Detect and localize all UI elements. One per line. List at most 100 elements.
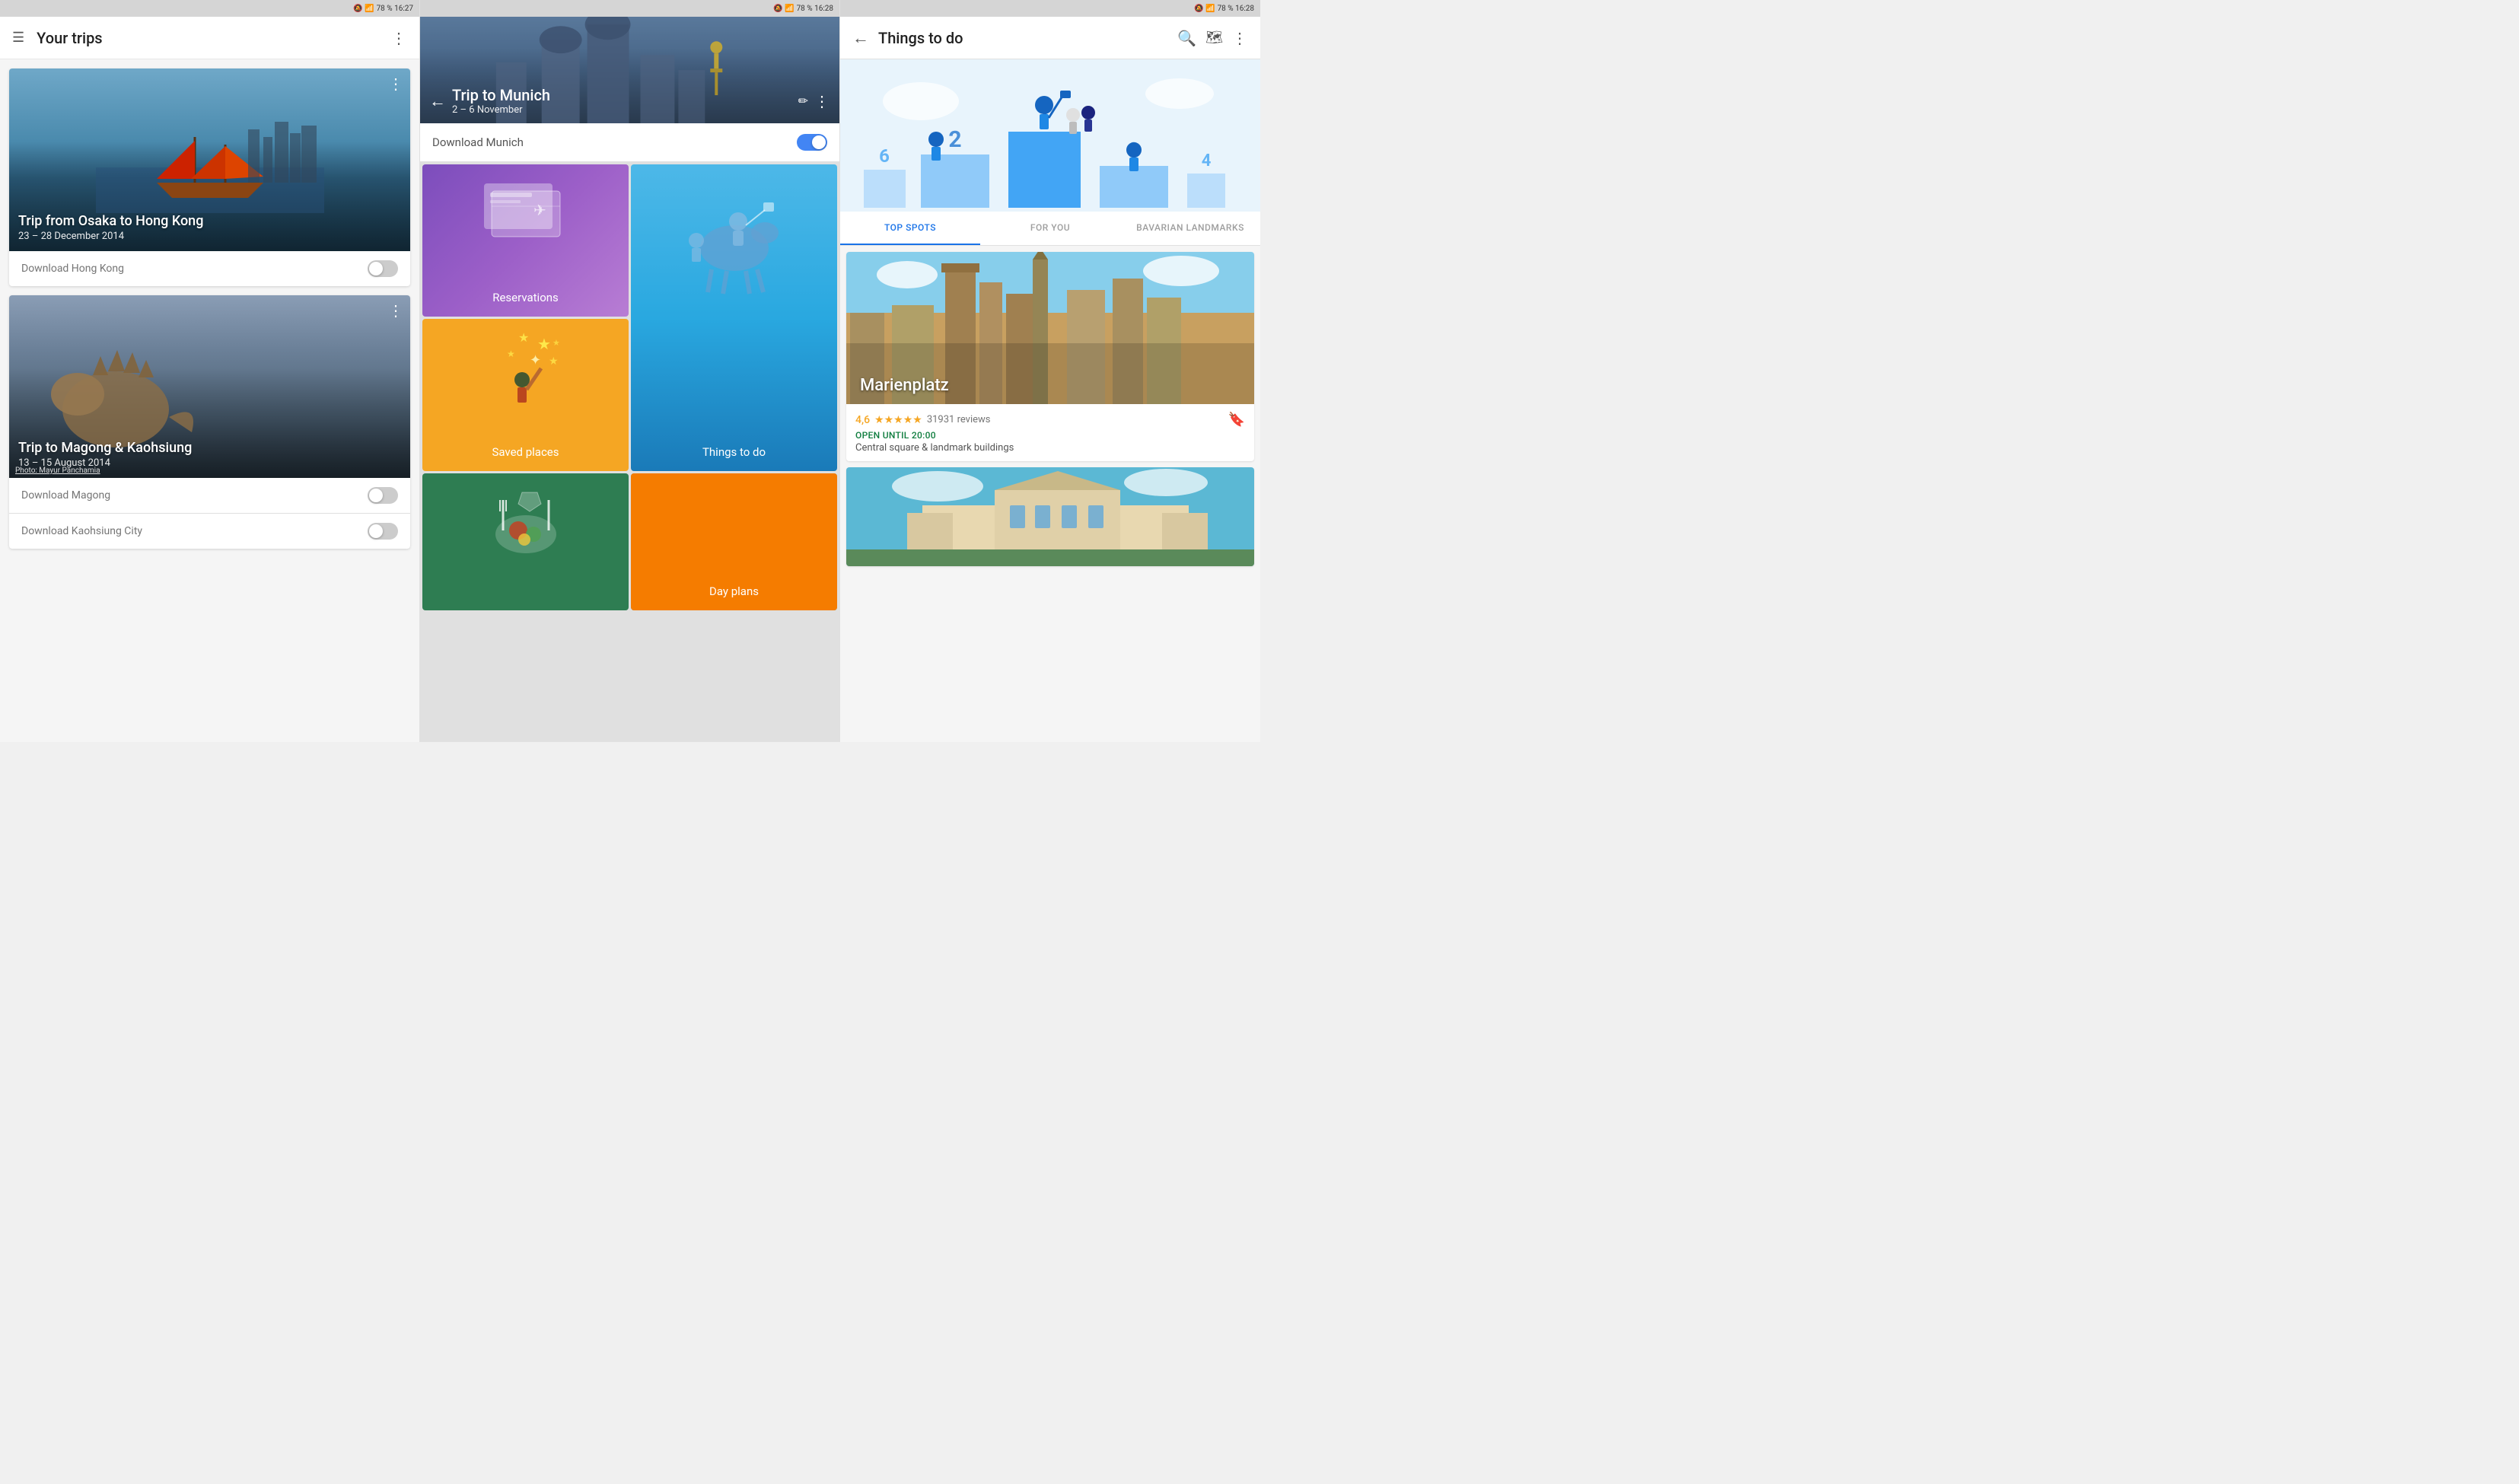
p3-map-button[interactable]: 🗺	[1205, 30, 1223, 46]
bookmark-button[interactable]: 🔖	[1228, 412, 1245, 428]
tile-label-day-plans: Day plans	[709, 584, 759, 598]
panel-trip-munich: 🔕 📶 78 % 16:28 ← Trip to	[420, 0, 840, 742]
trip-dates-1: 23 – 28 December 2014	[18, 231, 401, 242]
trips-list: Trip from Osaka to Hong Kong 23 – 28 Dec…	[0, 59, 419, 742]
reservations-illustration: ✈	[476, 176, 575, 252]
things-to-do-illustration	[681, 180, 788, 301]
status-bar-2: 🔕 📶 78 % 16:28	[420, 0, 839, 17]
svg-text:★: ★	[553, 338, 560, 348]
marienplatz-cityscape: Marienplatz	[846, 252, 1254, 404]
battery-1: 78 % 16:27	[377, 5, 413, 13]
p3-hero-image: 2 1 3 6 4	[840, 59, 1260, 212]
tile-reservations[interactable]: ✈ Reservations	[422, 164, 629, 317]
p2-back-button[interactable]: ←	[429, 91, 446, 111]
svg-text:2: 2	[948, 126, 961, 153]
p3-places-list: Marienplatz 4,6 ★★★★★ 31931 reviews 🔖 OP…	[840, 246, 1260, 742]
trip-image-magong: Trip to Magong & Kaohsiung 13 – 15 Augus…	[9, 295, 410, 478]
trip-title-1: Trip from Osaka to Hong Kong	[18, 213, 401, 229]
p3-back-button[interactable]: ←	[852, 28, 869, 48]
tab-top-spots[interactable]: TOP SPOTS	[840, 212, 980, 245]
trip-download-row-1: Download Hong Kong	[9, 251, 410, 286]
svg-text:★: ★	[518, 330, 529, 345]
battery-3: 78 % 16:28	[1218, 5, 1254, 13]
p2-download-label: Download Munich	[432, 135, 524, 149]
status-bar-1: 🔕 📶 78 % 16:27	[0, 0, 419, 17]
download-label-1: Download Hong Kong	[21, 263, 124, 275]
rating-stars: ★★★★★	[874, 414, 922, 426]
more-options-icon[interactable]: ⋮	[391, 29, 407, 47]
marienplatz-image: Marienplatz	[846, 252, 1254, 404]
svg-text:6: 6	[879, 145, 890, 167]
trip-card-magong[interactable]: Trip to Magong & Kaohsiung 13 – 15 Augus…	[9, 295, 410, 549]
nymphenburg-image	[846, 467, 1254, 566]
trip-more-btn-2[interactable]: ⋮	[388, 301, 404, 320]
p2-download-toggle[interactable]	[797, 134, 827, 151]
place-card-nymphenburg[interactable]	[846, 467, 1254, 566]
place-card-marienplatz[interactable]: Marienplatz 4,6 ★★★★★ 31931 reviews 🔖 OP…	[846, 252, 1254, 461]
podium-illustration: 2 1 3 6 4	[860, 63, 1240, 208]
tile-label-things-to-do: Things to do	[702, 445, 766, 459]
status-icons-1: 🔕 📶	[353, 5, 374, 13]
svg-text:✈: ✈	[533, 201, 546, 219]
p2-more-button[interactable]: ⋮	[814, 92, 830, 110]
tile-saved-places[interactable]: ★ ★ ★ ★ ★ ✦ Saved places	[422, 319, 629, 471]
svg-text:★: ★	[549, 355, 559, 368]
trip-title-2: Trip to Magong & Kaohsiung	[18, 440, 401, 456]
p3-header: ← Things to do 🔍 🗺 ⋮	[840, 17, 1260, 59]
download-toggle-magong[interactable]	[368, 487, 398, 504]
p2-nav-bar: ← Trip to Munich 2 – 6 November ✏ ⋮	[420, 80, 839, 123]
photo-credit-2: Photo: Mayur Panchamia	[15, 467, 100, 475]
svg-text:✦: ✦	[530, 352, 541, 368]
download-label-kaohsiung: Download Kaohsiung City	[21, 525, 142, 537]
p2-trip-name: Trip to Munich	[452, 86, 792, 104]
panel-your-trips: 🔕 📶 78 % 16:27 ☰ Your trips ⋮	[0, 0, 420, 742]
p2-tiles-grid: ✈ Reservations	[420, 162, 839, 742]
tile-food[interactable]	[422, 473, 629, 610]
tile-label-saved-places: Saved places	[492, 445, 559, 459]
status-icons-2: 🔕 📶	[773, 5, 794, 13]
food-illustration	[480, 485, 572, 561]
p3-page-title: Things to do	[878, 29, 1168, 47]
trip-card-overlay-2: Trip to Magong & Kaohsiung 13 – 15 Augus…	[9, 295, 410, 478]
rating-row: 4,6 ★★★★★ 31931 reviews 🔖	[855, 412, 1245, 428]
review-count: 31931 reviews	[927, 414, 991, 425]
place-description: Central square & landmark buildings	[855, 442, 1245, 454]
p3-search-button[interactable]: 🔍	[1177, 29, 1196, 47]
svg-text:★: ★	[507, 349, 515, 359]
rating-value: 4,6	[855, 414, 870, 426]
status-bar-3: 🔕 📶 78 % 16:28	[840, 0, 1260, 17]
tab-bavarian-landmarks[interactable]: BAVARIAN LANDMARKS	[1120, 212, 1260, 245]
munich-header-image: ← Trip to Munich 2 – 6 November ✏ ⋮	[420, 17, 839, 123]
open-status: OPEN UNTIL 20:00	[855, 430, 1245, 441]
trip-download-row-kaohsiung: Download Kaohsiung City	[9, 514, 410, 549]
svg-text:Marienplatz: Marienplatz	[860, 376, 949, 395]
p1-header: ☰ Your trips ⋮	[0, 17, 419, 59]
menu-icon[interactable]: ☰	[12, 30, 24, 46]
page-title: Your trips	[37, 29, 379, 47]
trip-image-hong-kong: Trip from Osaka to Hong Kong 23 – 28 Dec…	[9, 68, 410, 251]
marienplatz-info: 4,6 ★★★★★ 31931 reviews 🔖 OPEN UNTIL 20:…	[846, 404, 1254, 461]
nymphenburg-illustration	[846, 467, 1254, 566]
p2-download-row: Download Munich	[420, 123, 839, 162]
download-toggle-1[interactable]	[368, 260, 398, 277]
download-toggle-kaohsiung[interactable]	[368, 523, 398, 540]
tile-things-to-do[interactable]: Things to do	[631, 164, 837, 471]
saved-places-illustration: ★ ★ ★ ★ ★ ✦	[476, 326, 575, 410]
p3-more-button[interactable]: ⋮	[1232, 29, 1248, 47]
download-label-magong: Download Magong	[21, 489, 110, 502]
trip-card-hong-kong[interactable]: Trip from Osaka to Hong Kong 23 – 28 Dec…	[9, 68, 410, 286]
status-icons-3: 🔕 📶	[1194, 5, 1215, 13]
p2-header-text: Trip to Munich 2 – 6 November	[452, 86, 792, 116]
trip-card-overlay-1: Trip from Osaka to Hong Kong 23 – 28 Dec…	[9, 68, 410, 251]
p3-tabs: TOP SPOTS FOR YOU BAVARIAN LANDMARKS	[840, 212, 1260, 246]
p2-trip-dates: 2 – 6 November	[452, 104, 792, 116]
trip-download-row-magong: Download Magong	[9, 478, 410, 513]
battery-2: 78 % 16:28	[797, 5, 833, 13]
p2-edit-button[interactable]: ✏	[798, 94, 808, 108]
tile-label-reservations: Reservations	[492, 291, 559, 304]
tab-for-you[interactable]: FOR YOU	[980, 212, 1120, 245]
trip-more-btn-1[interactable]: ⋮	[388, 75, 404, 93]
svg-text:4: 4	[1202, 151, 1212, 170]
svg-text:★: ★	[537, 335, 551, 353]
panel-things-to-do: 🔕 📶 78 % 16:28 ← Things to do 🔍 🗺 ⋮ 2 1 …	[840, 0, 1260, 742]
